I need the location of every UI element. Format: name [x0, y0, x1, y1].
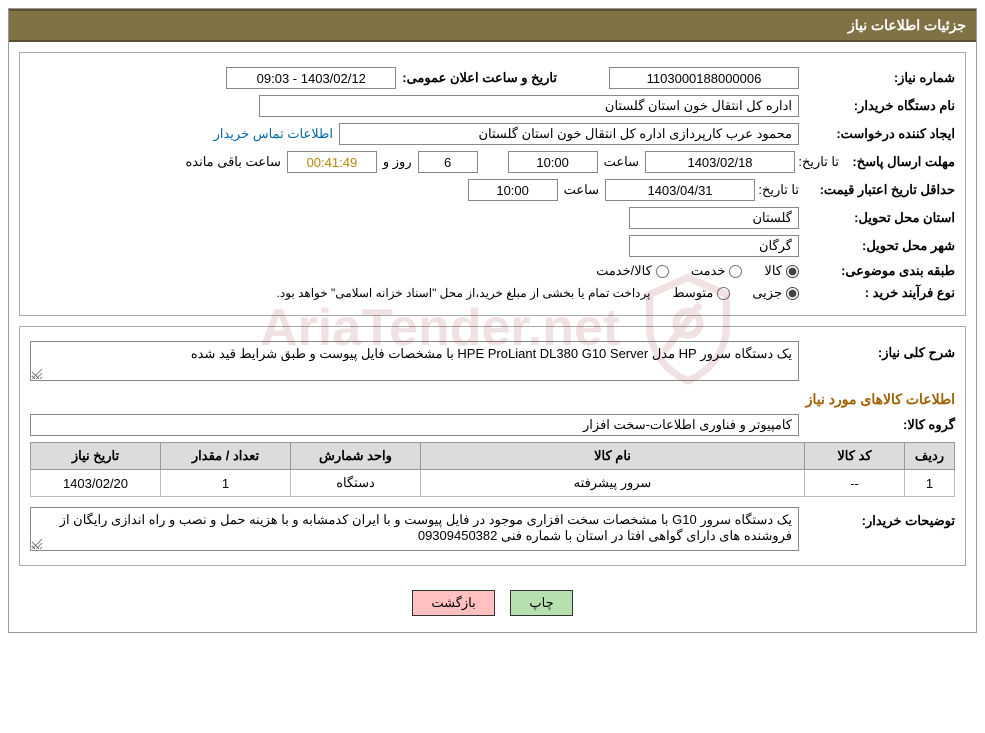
- until-date-label-1: تا تاریخ:: [801, 154, 839, 170]
- goods-info-heading: اطلاعات کالاهای مورد نیاز: [30, 391, 955, 408]
- td-code: --: [805, 470, 905, 497]
- reply-date-field: 1403/02/18: [645, 151, 795, 173]
- group-label: گروه کالا:: [805, 417, 955, 433]
- buyer-contact-link[interactable]: اطلاعات تماس خریدار: [214, 126, 333, 142]
- buyer-notes-label: توضیحات خریدار:: [805, 507, 955, 529]
- need-no-label: شماره نیاز:: [805, 70, 955, 86]
- resize-handle-icon[interactable]: [31, 538, 43, 550]
- th-unit: واحد شمارش: [291, 443, 421, 470]
- proc-note: پرداخت تمام یا بخشی از مبلغ خرید،از محل …: [277, 286, 651, 300]
- td-name: سرور پیشرفته: [421, 470, 805, 497]
- td-date: 1403/02/20: [31, 470, 161, 497]
- need-no-field: 1103000188000006: [609, 67, 799, 89]
- min-valid-date-field: 1403/04/31: [605, 179, 755, 201]
- print-button[interactable]: چاپ: [510, 590, 572, 616]
- proc-medium-text: متوسط: [672, 285, 713, 301]
- countdown-field: 00:41:49: [287, 151, 377, 173]
- resize-handle-icon[interactable]: [31, 368, 43, 380]
- th-qty: تعداد / مقدار: [161, 443, 291, 470]
- ann-date-field: 1403/02/12 - 09:03: [226, 67, 396, 89]
- days-and-label: روز و: [383, 154, 412, 170]
- proc-partial-radio[interactable]: جزیی: [752, 285, 799, 301]
- proc-medium-radio[interactable]: متوسط: [672, 285, 730, 301]
- group-field: کامپیوتر و فناوری اطلاعات-سخت افزار: [30, 414, 799, 436]
- table-row: 1 -- سرور پیشرفته دستگاه 1 1403/02/20: [31, 470, 955, 497]
- td-unit: دستگاه: [291, 470, 421, 497]
- remaining-label: ساعت باقی مانده: [185, 154, 280, 170]
- items-table: ردیف کد کالا نام کالا واحد شمارش تعداد /…: [30, 442, 955, 497]
- cat-goods-radio[interactable]: کالا: [764, 263, 799, 279]
- buyer-label: نام دستگاه خریدار:: [805, 98, 955, 114]
- province-label: استان محل تحویل:: [805, 210, 955, 226]
- cat-goods-service-text: کالا/خدمت: [596, 263, 652, 279]
- requester-field: محمود عرب کارپردازی اداره کل انتقال خون …: [339, 123, 799, 145]
- cat-goods-text: کالا: [764, 263, 782, 279]
- days-remaining-field: 6: [418, 151, 478, 173]
- city-field: گرگان: [629, 235, 799, 257]
- cat-service-radio[interactable]: خدمت: [691, 263, 743, 279]
- button-bar: چاپ بازگشت: [9, 576, 976, 632]
- overall-desc-textarea[interactable]: یک دستگاه سرور HP مدل HPE ProLiant DL380…: [30, 341, 799, 381]
- category-label: طبقه بندی موضوعی:: [805, 263, 955, 279]
- overall-desc-text: یک دستگاه سرور HP مدل HPE ProLiant DL380…: [191, 346, 792, 361]
- page-title: جزئیات اطلاعات نیاز: [9, 9, 976, 42]
- proc-partial-text: جزیی: [752, 285, 782, 301]
- min-valid-time-field: 10:00: [468, 179, 558, 201]
- buyer-notes-text: یک دستگاه سرور G10 با مشخصات سخت افزاری …: [60, 512, 792, 543]
- reply-deadline-label: مهلت ارسال پاسخ:: [845, 154, 955, 170]
- overall-desc-label: شرح کلی نیاز:: [805, 341, 955, 361]
- buyer-notes-textarea[interactable]: یک دستگاه سرور G10 با مشخصات سخت افزاری …: [30, 507, 799, 551]
- buyer-field: اداره کل انتقال خون استان گلستان: [259, 95, 799, 117]
- until-date-label-2: تا تاریخ:: [761, 182, 799, 198]
- requester-label: ایجاد کننده درخواست:: [805, 126, 955, 142]
- info-panel: شماره نیاز: 1103000188000006 تاریخ و ساع…: [19, 52, 966, 316]
- province-field: گلستان: [629, 207, 799, 229]
- desc-panel: شرح کلی نیاز: یک دستگاه سرور HP مدل HPE …: [19, 326, 966, 566]
- time-label-1: ساعت: [604, 154, 639, 170]
- proc-type-label: نوع فرآیند خرید :: [805, 285, 955, 301]
- ann-date-label: تاریخ و ساعت اعلان عمومی:: [402, 70, 557, 86]
- cat-goods-service-radio[interactable]: کالا/خدمت: [596, 263, 669, 279]
- min-valid-label: حداقل تاریخ اعتبار قیمت:: [805, 182, 955, 198]
- th-code: کد کالا: [805, 443, 905, 470]
- city-label: شهر محل تحویل:: [805, 238, 955, 254]
- td-qty: 1: [161, 470, 291, 497]
- time-label-2: ساعت: [564, 182, 599, 198]
- reply-time-field: 10:00: [508, 151, 598, 173]
- th-date: تاریخ نیاز: [31, 443, 161, 470]
- th-name: نام کالا: [421, 443, 805, 470]
- td-row: 1: [905, 470, 955, 497]
- back-button[interactable]: بازگشت: [412, 590, 494, 616]
- th-row: ردیف: [905, 443, 955, 470]
- cat-service-text: خدمت: [691, 263, 726, 279]
